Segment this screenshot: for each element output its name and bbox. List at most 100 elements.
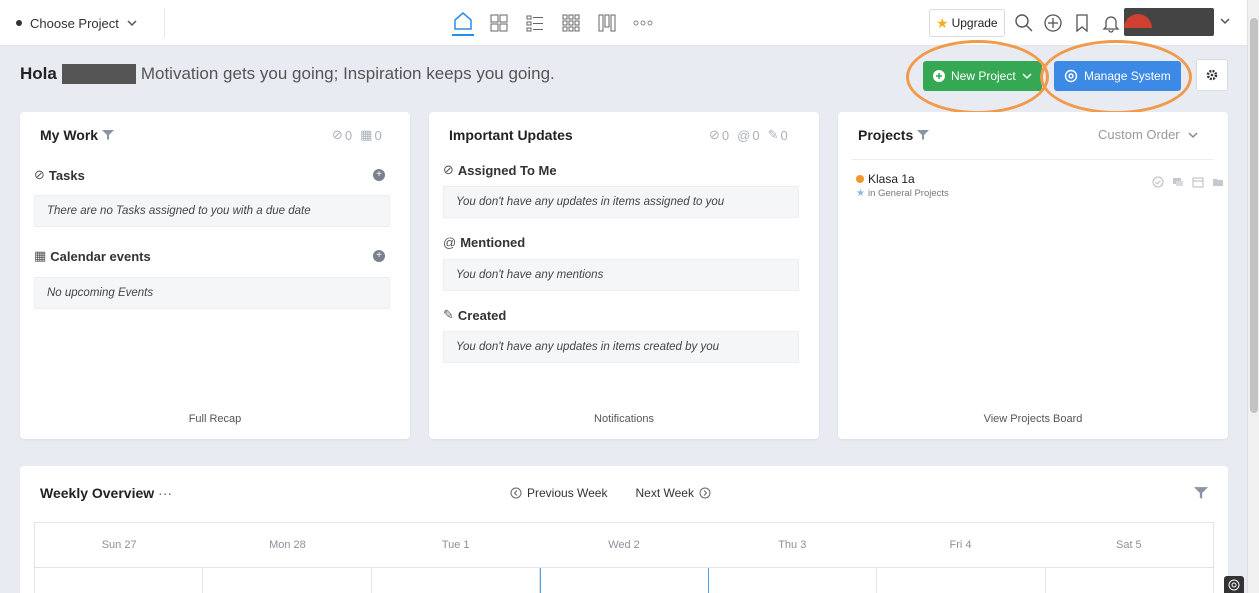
new-project-label: New Project	[951, 69, 1016, 83]
previous-week-label: Previous Week	[527, 486, 608, 500]
notifications-link[interactable]: Notifications	[429, 413, 819, 425]
bullet-icon	[16, 20, 22, 26]
my-work-card: My Work ⊘ 0 ▦ 0 ⊘ Tasks + There are no Tas…	[20, 112, 410, 439]
bell-icon[interactable]	[1101, 13, 1121, 33]
day-cell[interactable]	[709, 568, 878, 593]
day-cell[interactable]	[35, 568, 204, 593]
day-cell-today[interactable]	[539, 568, 710, 593]
check-circle-icon: ⊘	[332, 127, 343, 142]
greeting-motto: Motivation gets you going; Inspiration k…	[140, 64, 555, 83]
project-color-dot	[856, 175, 864, 183]
star-icon: ★	[936, 14, 949, 31]
home-view-icon[interactable]	[452, 10, 474, 36]
check-circle-icon[interactable]	[1152, 176, 1164, 188]
mentioned-label: Mentioned	[460, 235, 526, 250]
add-task-icon[interactable]: +	[373, 169, 385, 181]
my-work-counts: ⊘ 0 ▦ 0	[332, 127, 382, 143]
pencil-icon: ✎	[767, 127, 779, 142]
count: 0	[721, 127, 730, 143]
calendar-label: Calendar events	[50, 248, 151, 264]
more-icon[interactable]: ···	[158, 485, 172, 501]
project-selector[interactable]: Choose Project	[16, 0, 137, 46]
calendar-section: ▦ Calendar events	[34, 248, 151, 264]
created-empty: You don't have any updates in items crea…	[443, 331, 799, 363]
greeting: Hola Motivation gets you going; Inspirat…	[20, 64, 555, 84]
assigned-empty: You don't have any updates in items assi…	[443, 186, 799, 218]
day-cell[interactable]	[1046, 568, 1213, 593]
week-nav: Previous Week Next Week	[510, 486, 711, 500]
chevron-right-circle-icon	[699, 487, 711, 499]
day-cell[interactable]	[203, 568, 372, 593]
weekly-overview: Weekly Overview ··· Previous Week Next W…	[20, 466, 1228, 593]
day-header: Sun 27	[101, 539, 137, 551]
project-location: ★ in General Projects	[856, 188, 949, 199]
list-view-icon[interactable]	[524, 12, 546, 34]
more-views-icon[interactable]	[632, 12, 654, 34]
help-icon	[1228, 579, 1240, 590]
sort-order-label: Custom Order	[1098, 127, 1180, 142]
chevron-down-icon	[1022, 73, 1032, 80]
upgrade-label: Upgrade	[951, 16, 998, 30]
folder-icon[interactable]	[1212, 176, 1224, 188]
created-label: Created	[457, 307, 507, 323]
day-header: Tue 1	[441, 539, 470, 551]
chat-icon[interactable]	[1172, 176, 1184, 188]
add-icon[interactable]	[1043, 13, 1063, 33]
assigned-label: Assigned To Me	[457, 162, 557, 178]
count: 0	[374, 127, 382, 143]
grid-view-icon[interactable]	[560, 12, 582, 34]
scrollbar[interactable]	[1247, 0, 1259, 593]
divider	[164, 8, 165, 38]
check-circle-icon: ⊘	[34, 167, 45, 182]
project-item[interactable]: Klasa 1a	[856, 172, 915, 186]
project-selector-label: Choose Project	[30, 15, 119, 31]
count: 0	[780, 127, 788, 143]
day-header: Thu 3	[778, 539, 807, 551]
filter-icon[interactable]	[917, 129, 930, 141]
redacted-username	[61, 64, 136, 84]
tasks-section: ⊘ Tasks	[34, 167, 85, 183]
created-section: ✎ Created	[443, 307, 506, 323]
project-name: Klasa 1a	[868, 172, 915, 186]
updates-card: Important Updates ⊘ 0 @0 ✎ 0 ⊘ Assigned To…	[429, 112, 819, 439]
tasks-empty: There are no Tasks assigned to you with …	[34, 195, 390, 227]
count: 0	[344, 127, 353, 143]
add-event-icon[interactable]: +	[373, 250, 385, 262]
sort-order-select[interactable]: Custom Order	[1098, 127, 1198, 142]
help-button[interactable]	[1224, 576, 1244, 593]
bookmark-icon[interactable]	[1072, 13, 1092, 33]
search-icon[interactable]	[1014, 13, 1034, 33]
weekly-title: Weekly Overview ···	[40, 485, 172, 501]
filter-icon[interactable]	[102, 129, 115, 141]
day-cell[interactable]	[372, 568, 540, 593]
manage-system-button[interactable]: Manage System	[1054, 61, 1181, 91]
new-project-button[interactable]: New Project	[923, 61, 1042, 91]
settings-button[interactable]	[1196, 59, 1228, 91]
divider	[852, 159, 1214, 160]
scrollbar-thumb[interactable]	[1250, 18, 1258, 413]
filter-icon[interactable]	[1194, 486, 1208, 500]
day-header: Wed 2	[608, 539, 640, 551]
board-view-icon[interactable]	[488, 12, 510, 34]
day-cell[interactable]	[877, 568, 1046, 593]
next-week-button[interactable]: Next Week	[635, 486, 711, 500]
my-work-title-text: My Work	[40, 127, 99, 143]
project-location-text: in General Projects	[867, 188, 949, 199]
star-icon: ★	[856, 188, 865, 199]
full-recap-link[interactable]: Full Recap	[20, 413, 410, 425]
chevron-down-icon[interactable]	[1220, 16, 1230, 26]
weekly-title-text: Weekly Overview	[40, 485, 155, 501]
calendar-icon[interactable]	[1192, 176, 1204, 188]
updates-title: Important Updates	[449, 127, 573, 143]
view-projects-board-link[interactable]: View Projects Board	[838, 413, 1228, 425]
at-icon: @	[443, 235, 457, 250]
previous-week-button[interactable]: Previous Week	[510, 486, 607, 500]
gear-icon	[1064, 69, 1078, 83]
columns-view-icon[interactable]	[596, 12, 618, 34]
week-calendar: Sun 27 Mon 28 Tue 1 Wed 2 Thu 3 Fri 4 Sa…	[34, 522, 1214, 593]
tasks-label: Tasks	[48, 167, 85, 183]
calendar-icon: ▦	[34, 248, 47, 263]
chevron-down-icon	[1188, 131, 1198, 138]
manage-system-label: Manage System	[1084, 69, 1171, 83]
upgrade-button[interactable]: ★ Upgrade	[929, 9, 1005, 37]
